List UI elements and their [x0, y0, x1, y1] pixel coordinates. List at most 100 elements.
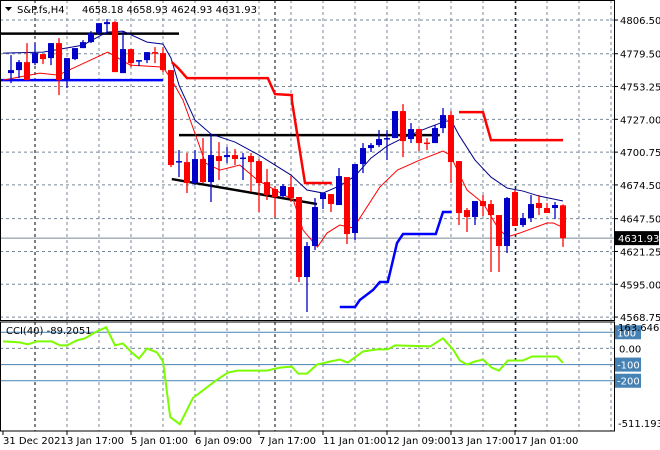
candle: [16, 60, 22, 79]
candle-body: [432, 128, 438, 144]
cci-pane: [0, 325, 620, 426]
candle: [368, 143, 374, 153]
candle-body: [376, 139, 382, 146]
candle: [256, 159, 262, 213]
candle-body: [448, 115, 454, 163]
candle: [336, 168, 342, 206]
y-tick-label: 4595.00: [620, 280, 660, 291]
y-tick-label: 4753.25: [620, 83, 660, 94]
candle: [536, 195, 542, 216]
candle-body: [312, 207, 318, 247]
candle-body: [184, 162, 190, 184]
candle: [200, 138, 206, 184]
candle: [512, 190, 518, 227]
candle: [464, 208, 470, 233]
candle-body: [352, 164, 358, 234]
candle: [224, 147, 230, 164]
candle-body: [200, 159, 206, 183]
cci-line: [2, 325, 564, 426]
candle-body: [392, 111, 398, 139]
candle: [352, 164, 358, 241]
candle: [320, 193, 326, 210]
candle: [424, 138, 430, 151]
candle-body: [424, 142, 430, 145]
candle-body: [48, 43, 54, 59]
candle-body: [192, 159, 198, 184]
y-tick-label: 4674.50: [620, 181, 660, 192]
candle-body: [560, 205, 566, 239]
cci-pane-border: [0, 321, 615, 432]
candle: [64, 58, 70, 89]
candle-body: [544, 208, 550, 214]
candle-body: [528, 204, 534, 219]
candle: [392, 111, 398, 139]
candle-body: [256, 161, 262, 184]
candle: [328, 194, 334, 213]
candle: [184, 153, 190, 194]
y-tick-label: 4621.25: [620, 247, 660, 258]
candle-body: [8, 70, 14, 74]
candle-body: [360, 148, 366, 165]
candle: [72, 48, 78, 61]
candle-body: [472, 201, 478, 218]
candle: [480, 195, 486, 217]
candle: [560, 204, 566, 247]
y-tick-label: 4806.50: [620, 16, 660, 27]
candle-body: [32, 53, 38, 64]
candle-body: [72, 48, 78, 60]
candle: [360, 143, 366, 174]
cci-level-label: -100: [617, 361, 640, 372]
candle: [80, 40, 86, 49]
y-tick-label: 4727.00: [620, 115, 660, 126]
trading-chart[interactable]: 4806.50 4779.50 4753.25 4727.00 4700.75 4674.…: [0, 0, 660, 450]
candle: [192, 150, 198, 186]
candle-body: [336, 176, 342, 206]
ohlc-values: 4658.18 4658.93 4624.93 4631.93: [82, 5, 257, 16]
cci-max-label: 163.6468: [618, 323, 660, 334]
candle-body: [440, 115, 446, 129]
candle-body: [504, 198, 510, 247]
x-tick-label: 13 Jan 17:00: [451, 436, 514, 447]
candle: [32, 43, 38, 66]
candle: [160, 47, 166, 73]
cci-label: CCI(40) -89.2051: [6, 326, 92, 337]
dropdown-triangle-icon[interactable]: [5, 7, 12, 11]
candle-body: [456, 161, 462, 214]
candle-body: [88, 33, 94, 43]
candle-body: [120, 49, 126, 74]
candle: [416, 129, 422, 152]
candle: [432, 125, 438, 144]
candle: [448, 111, 454, 184]
candle: [216, 142, 222, 181]
candle-body: [416, 129, 422, 144]
candle: [408, 123, 414, 144]
candle-body: [304, 246, 310, 278]
y-tick-label: 4779.50: [620, 50, 660, 61]
candle: [232, 149, 238, 166]
candle-body: [400, 111, 406, 142]
candle-body: [64, 58, 70, 81]
grid: [0, 0, 614, 431]
candle-body: [408, 129, 414, 140]
candle: [176, 150, 182, 178]
candle-body: [104, 22, 110, 25]
candle: [112, 21, 118, 73]
candle: [504, 197, 510, 254]
candle: [496, 215, 502, 273]
current-price-label: 4631.93: [618, 234, 659, 245]
candle: [312, 198, 318, 251]
candle-body: [328, 194, 334, 205]
candle-body: [24, 62, 30, 81]
candle: [40, 54, 46, 65]
candle-body: [240, 157, 246, 160]
candle-body: [208, 155, 214, 183]
candle-body: [464, 210, 470, 218]
candle: [488, 200, 494, 273]
cci-zero-label: 0.00: [619, 344, 641, 355]
candle: [400, 104, 406, 158]
candle-body: [296, 197, 302, 278]
candle-body: [552, 205, 558, 209]
y-tick-label: 4700.75: [620, 148, 660, 159]
candle-body: [512, 192, 518, 227]
candle-body: [488, 204, 494, 216]
